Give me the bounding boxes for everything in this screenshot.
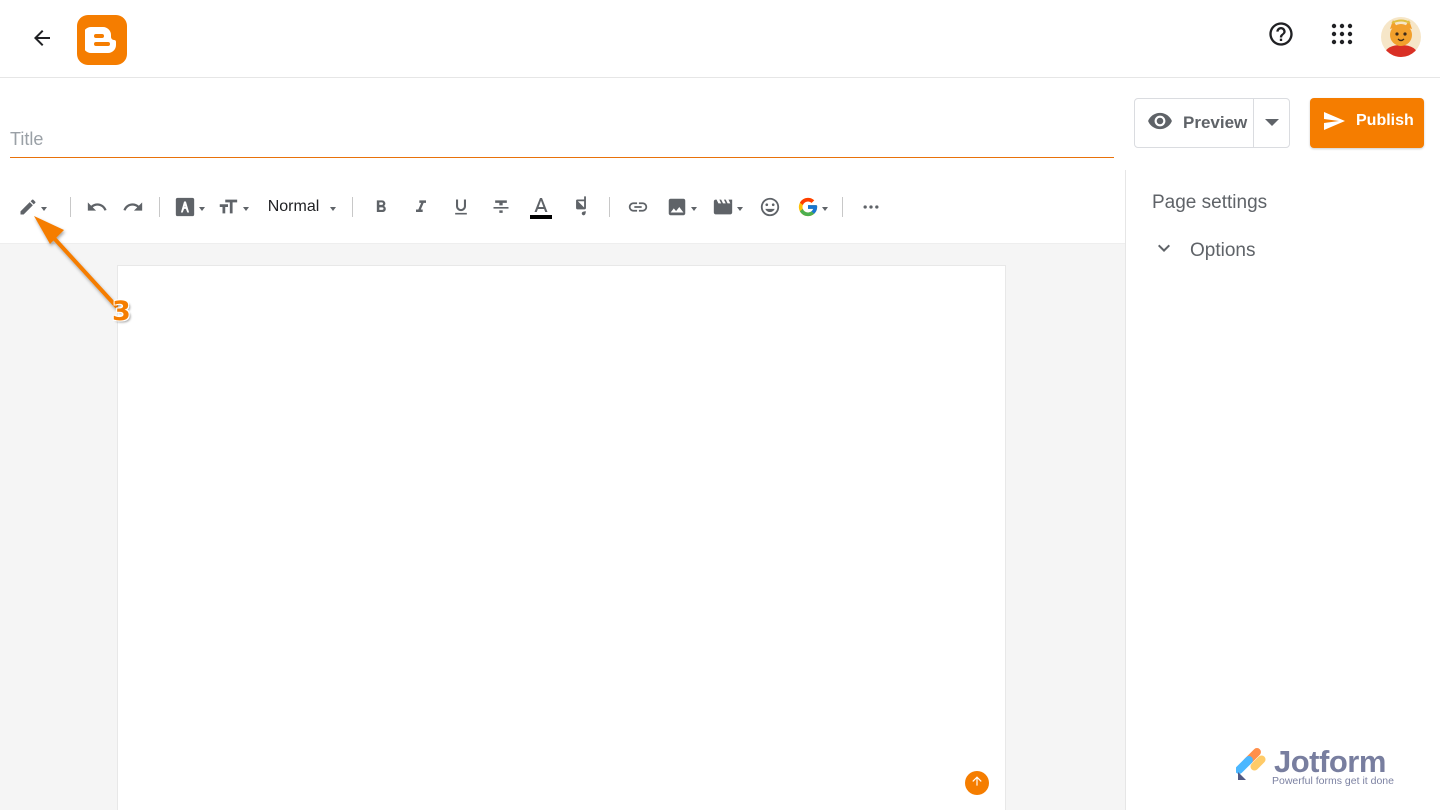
caret-down-icon bbox=[40, 206, 47, 211]
insert-image-button[interactable] bbox=[658, 189, 704, 225]
back-button[interactable] bbox=[24, 22, 60, 58]
insert-video-button[interactable] bbox=[704, 189, 750, 225]
paragraph-style-label: Normal bbox=[267, 197, 320, 215]
chevron-down-icon bbox=[1152, 236, 1176, 265]
more-options-button[interactable] bbox=[851, 189, 891, 225]
top-app-bar bbox=[0, 0, 1440, 78]
paragraph-style-dropdown[interactable]: Normal bbox=[254, 189, 344, 225]
strikethrough-button[interactable] bbox=[481, 189, 521, 225]
toolbar-divider bbox=[842, 196, 843, 217]
caret-down-icon bbox=[242, 206, 249, 211]
italic-icon bbox=[411, 197, 431, 217]
arrow-up-icon bbox=[970, 774, 984, 793]
text-color-icon bbox=[529, 195, 553, 219]
preview-dropdown-button[interactable] bbox=[1254, 99, 1289, 147]
video-icon bbox=[712, 196, 734, 218]
underline-button[interactable] bbox=[441, 189, 481, 225]
compose-mode-button[interactable] bbox=[10, 189, 54, 225]
page-settings-heading: Page settings bbox=[1152, 192, 1268, 213]
preview-button-group: Preview bbox=[1134, 98, 1290, 148]
title-input[interactable] bbox=[10, 124, 1114, 158]
font-button[interactable] bbox=[168, 189, 210, 225]
formatting-toolbar: Normal bbox=[0, 170, 1125, 244]
publish-label: Publish bbox=[1356, 112, 1414, 129]
apps-button[interactable] bbox=[1323, 17, 1361, 55]
underline-icon bbox=[451, 197, 471, 217]
caret-down-icon bbox=[736, 206, 743, 211]
eye-icon bbox=[1147, 108, 1173, 139]
jotform-watermark: Jotform Powerful forms get it done bbox=[1236, 744, 1416, 790]
apps-grid-icon bbox=[1330, 22, 1354, 51]
link-button[interactable] bbox=[618, 189, 658, 225]
highlight-button[interactable] bbox=[561, 189, 601, 225]
emoji-icon bbox=[759, 196, 781, 218]
publish-button[interactable]: Publish bbox=[1310, 98, 1424, 148]
undo-icon bbox=[86, 196, 108, 218]
redo-icon bbox=[122, 196, 144, 218]
toolbar-divider bbox=[352, 196, 353, 217]
highlight-icon bbox=[570, 195, 592, 218]
help-circle-icon bbox=[1267, 20, 1295, 53]
scroll-to-top-button[interactable] bbox=[965, 771, 989, 795]
arrow-left-icon bbox=[30, 26, 54, 55]
undo-button[interactable] bbox=[79, 189, 115, 225]
help-button[interactable] bbox=[1262, 17, 1300, 55]
send-icon bbox=[1322, 109, 1346, 138]
caret-down-icon bbox=[690, 206, 697, 211]
emoji-button[interactable] bbox=[750, 189, 790, 225]
text-color-button[interactable] bbox=[521, 189, 561, 225]
link-icon bbox=[627, 196, 649, 218]
caret-down-icon bbox=[821, 206, 828, 211]
bold-icon bbox=[371, 197, 391, 217]
redo-button[interactable] bbox=[115, 189, 151, 225]
avatar[interactable] bbox=[1381, 17, 1421, 57]
more-horizontal-icon bbox=[861, 197, 881, 217]
strikethrough-icon bbox=[491, 197, 511, 217]
bold-button[interactable] bbox=[361, 189, 401, 225]
caret-down-icon bbox=[198, 206, 205, 211]
italic-button[interactable] bbox=[401, 189, 441, 225]
pencil-icon bbox=[18, 197, 38, 217]
image-icon bbox=[666, 196, 688, 218]
caret-down-icon bbox=[330, 206, 337, 211]
options-label: Options bbox=[1190, 239, 1256, 261]
watermark-tagline: Powerful forms get it done bbox=[1272, 775, 1394, 787]
toolbar-divider bbox=[609, 196, 610, 217]
options-expander[interactable]: Options bbox=[1152, 236, 1255, 265]
preview-button[interactable]: Preview bbox=[1135, 99, 1254, 147]
annotation-step-number: 3 bbox=[112, 296, 131, 327]
font-size-icon bbox=[216, 196, 240, 218]
toolbar-divider bbox=[70, 196, 71, 217]
font-size-button[interactable] bbox=[210, 189, 254, 225]
font-icon bbox=[174, 196, 196, 218]
google-icon bbox=[797, 196, 819, 218]
jotform-logo-icon bbox=[1236, 748, 1266, 780]
toolbar-divider bbox=[159, 196, 160, 217]
editor-content-area[interactable] bbox=[117, 265, 1006, 810]
preview-label: Preview bbox=[1183, 113, 1248, 132]
page-settings-panel: Page settings Options bbox=[1125, 170, 1440, 810]
google-tools-button[interactable] bbox=[790, 189, 834, 225]
blogger-logo-icon[interactable] bbox=[77, 15, 127, 65]
caret-down-icon bbox=[1264, 114, 1279, 132]
